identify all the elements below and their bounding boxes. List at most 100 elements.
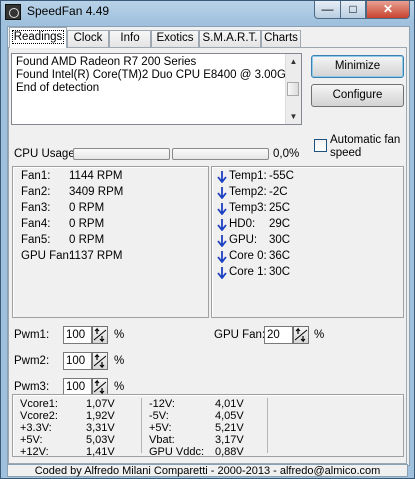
pwm-label: Pwm1:	[14, 329, 50, 341]
credits-footer: Coded by Alfredo Milani Comparetti - 200…	[7, 464, 408, 477]
close-window-button[interactable]: ✕	[366, 1, 410, 19]
arrow-down-icon	[217, 171, 227, 184]
gpu-fan-unit: %	[314, 329, 325, 341]
arrow-down-icon	[217, 251, 227, 264]
voltage-divider	[267, 398, 268, 453]
log-line: Found AMD Radeon R7 200 Series	[16, 56, 197, 68]
voltage-name: Vcore1:	[20, 398, 58, 410]
temp-value: 36C	[269, 250, 291, 262]
arrow-down-icon	[217, 219, 227, 232]
pwm-unit: %	[114, 355, 125, 367]
fan-value: 0 RPM	[69, 202, 105, 214]
temp-name: Core 0:	[229, 250, 267, 262]
voltage-name: +5V:	[20, 434, 43, 446]
temp-value: 30C	[269, 234, 291, 246]
fan-name: Fan4:	[21, 218, 51, 230]
voltage-value: 5,03V	[86, 434, 115, 446]
voltage-value: 4,05V	[215, 410, 244, 422]
temp-name: Temp1:	[229, 170, 267, 182]
scroll-up-icon[interactable]: ▲	[286, 54, 301, 69]
fan-name: Fan1:	[21, 170, 51, 182]
fan-value: 3409 RPM	[69, 186, 124, 198]
tab-info[interactable]: Info	[109, 30, 151, 47]
automatic-fan-speed-checkbox[interactable]	[314, 139, 327, 152]
cpu-usage-value: 0,0%	[273, 148, 300, 160]
speedfan-app-icon[interactable]	[5, 4, 21, 20]
spin-updown-icon[interactable]	[293, 326, 309, 344]
tab-readings[interactable]: Readings	[9, 27, 67, 48]
voltage-name: GPU Vddc:	[149, 446, 205, 458]
pwm-value[interactable]: 100	[63, 352, 92, 370]
spin-updown-icon[interactable]	[92, 326, 108, 344]
arrow-down-icon	[217, 203, 227, 216]
fan-name: Fan3:	[21, 202, 51, 214]
arrow-down-icon	[217, 187, 227, 200]
scroll-thumb[interactable]	[287, 82, 299, 96]
pwm-unit: %	[114, 329, 125, 341]
voltage-value: 0,88V	[215, 446, 244, 458]
client-area: Readings Clock Info Exotics S.M.A.R.T. C…	[7, 26, 410, 466]
tab-smart[interactable]: S.M.A.R.T.	[199, 30, 261, 47]
log-line: End of detection	[16, 82, 100, 94]
title-bar[interactable]: SpeedFan 4.49 — □ ✕	[1, 1, 414, 23]
temp-name: HD0:	[229, 218, 256, 230]
arrow-down-icon	[217, 267, 227, 280]
voltage-value: 3,31V	[86, 422, 115, 434]
maximize-window-button[interactable]: □	[340, 1, 366, 19]
spin-updown-icon[interactable]	[92, 352, 108, 370]
arrow-down-icon	[217, 235, 227, 248]
tab-clock[interactable]: Clock	[67, 30, 109, 47]
pwm-value[interactable]: 100	[63, 326, 92, 344]
fan-value: 0 RPM	[69, 234, 105, 246]
automatic-fan-speed-label: Automatic fan speed	[330, 134, 401, 159]
voltage-name: Vbat:	[149, 434, 175, 446]
voltage-divider	[141, 398, 142, 453]
tab-exotics[interactable]: Exotics	[151, 30, 199, 47]
temp-value: -2C	[269, 186, 288, 198]
temp-name: Temp3:	[229, 202, 267, 214]
cpu-usage-bar-1	[73, 148, 170, 160]
scroll-down-icon[interactable]: ▼	[286, 109, 301, 124]
temp-value: -55C	[269, 170, 294, 182]
gpu-fan-value[interactable]: 20	[264, 326, 293, 344]
configure-button[interactable]: Configure	[311, 84, 404, 107]
temp-value: 29C	[269, 218, 291, 230]
fans-box: Fan1: 1144 RPM Fan2: 3409 RPM Fan3: 0 RPM Fan4…	[12, 166, 209, 318]
voltage-value: 5,21V	[215, 422, 244, 434]
voltage-value: 1,07V	[86, 398, 115, 410]
voltage-name: +5V:	[149, 422, 172, 434]
voltage-name: -12V:	[149, 398, 175, 410]
cpu-usage-label: CPU Usage	[14, 148, 75, 160]
voltage-name: -5V:	[149, 410, 169, 422]
readings-panel: Found AMD Radeon R7 200 Series Found Int…	[8, 47, 407, 464]
minimize-window-button[interactable]: —	[314, 1, 341, 19]
temperatures-box: Temp1: -55C Temp2: -2C Temp3: 25C HD0: 29C GPU: 3…	[211, 166, 404, 318]
voltage-name: +12V:	[20, 446, 49, 458]
cpu-usage-bar-2	[172, 148, 269, 160]
log-scrollbar[interactable]: ▲ ▼	[285, 54, 301, 124]
minimize-button[interactable]: Minimize	[311, 55, 404, 78]
window-title: SpeedFan 4.49	[27, 4, 110, 18]
fan-name: GPU Fan:	[21, 250, 73, 262]
temp-value: 25C	[269, 202, 291, 214]
gpu-fan-pwm-label: GPU Fan:	[214, 329, 266, 341]
fan-value: 0 RPM	[69, 218, 105, 230]
pwm-unit: %	[114, 381, 125, 393]
voltage-name: Vcore2:	[20, 410, 58, 422]
temp-name: Temp2:	[229, 186, 267, 198]
log-line: Found Intel(R) Core(TM)2 Duo CPU E8400 @…	[16, 69, 300, 81]
pwm-label: Pwm3:	[14, 381, 50, 393]
temp-value: 30C	[269, 266, 291, 278]
voltage-value: 3,17V	[215, 434, 244, 446]
temp-name: Core 1:	[229, 266, 267, 278]
tab-charts[interactable]: Charts	[261, 30, 301, 47]
pwm-label: Pwm2:	[14, 355, 50, 367]
tab-strip: Readings Clock Info Exotics S.M.A.R.T. C…	[8, 27, 409, 49]
voltages-box: Vcore1: 1,07V Vcore2: 1,92V +3.3V: 3,31V +5V: 5…	[12, 394, 404, 458]
detection-log[interactable]: Found AMD Radeon R7 200 Series Found Int…	[11, 53, 302, 125]
voltage-value: 1,41V	[86, 446, 115, 458]
voltage-value: 4,01V	[215, 398, 244, 410]
voltage-name: +3.3V:	[20, 422, 52, 434]
temp-name: GPU:	[229, 234, 258, 246]
fan-value: 1144 RPM	[69, 170, 123, 182]
